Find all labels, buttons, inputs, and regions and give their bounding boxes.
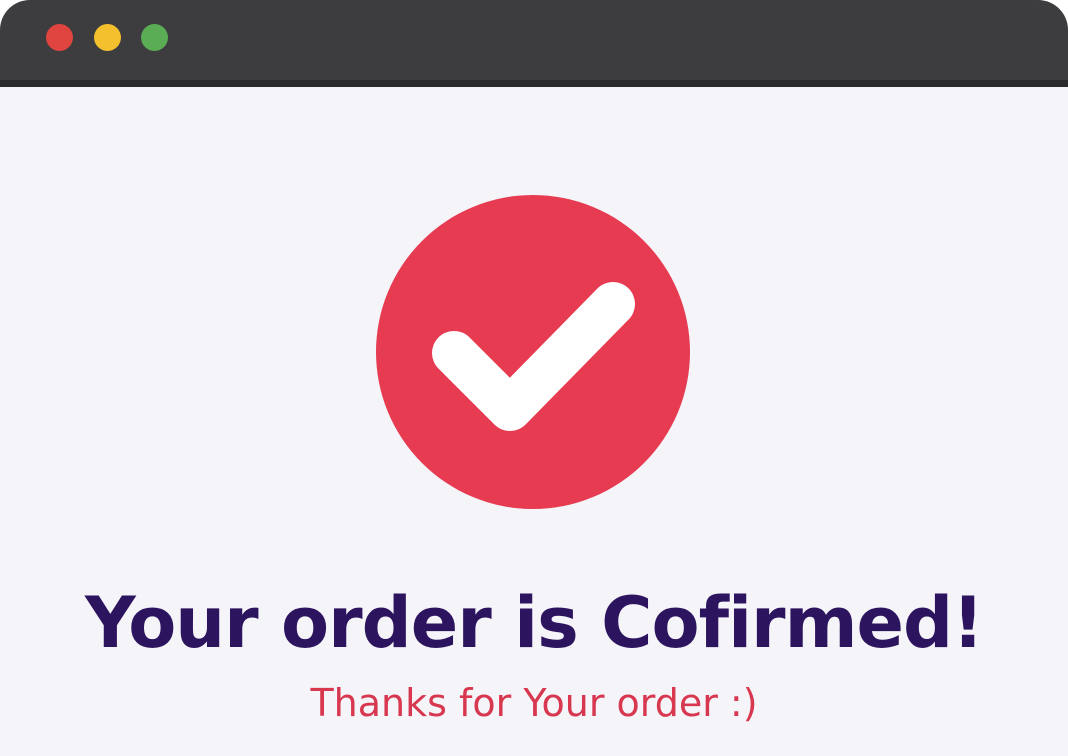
checkmark-icon <box>376 195 690 509</box>
checkmark-circle <box>376 195 690 509</box>
browser-window: Your order is Cofirmed! Thanks for Your … <box>0 0 1068 756</box>
window-titlebar <box>0 0 1068 80</box>
confirmation-subtext: Thanks for Your order :) <box>310 681 758 725</box>
confirmation-headline: Your order is Cofirmed! <box>84 582 984 664</box>
maximize-window-button[interactable] <box>141 24 168 51</box>
close-window-button[interactable] <box>46 24 73 51</box>
titlebar-divider <box>0 80 1068 87</box>
minimize-window-button[interactable] <box>94 24 121 51</box>
